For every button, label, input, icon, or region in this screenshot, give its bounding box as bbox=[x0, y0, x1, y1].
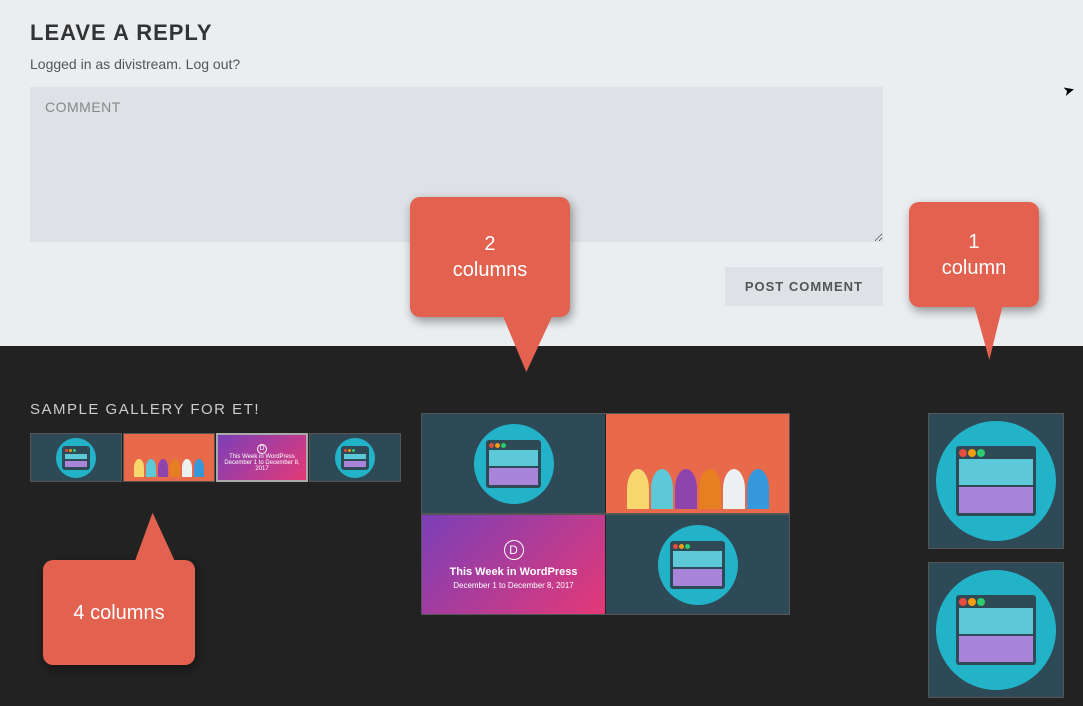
callout-4-columns: 4 columns bbox=[43, 560, 195, 665]
gallery-2-columns bbox=[421, 413, 790, 514]
gallery-thumb[interactable] bbox=[30, 433, 122, 482]
people-icon bbox=[606, 414, 789, 513]
divi-icon: D bbox=[257, 444, 267, 454]
gallery-thumb[interactable] bbox=[606, 515, 789, 614]
gallery-thumb[interactable] bbox=[422, 414, 605, 513]
reply-title: LEAVE A REPLY bbox=[30, 20, 1053, 46]
browser-icon bbox=[936, 421, 1056, 541]
footer-section: SAMPLE GALLERY FOR ET! D This Week in Wo… bbox=[0, 346, 1083, 706]
gallery-2-columns: D This Week in WordPress December 1 to D… bbox=[421, 514, 790, 615]
logged-in-text: Logged in as divistream. Log out? bbox=[30, 56, 1053, 72]
browser-icon bbox=[658, 525, 738, 605]
logged-prefix: Logged in as bbox=[30, 56, 114, 72]
gallery-thumb[interactable]: D This Week in WordPress December 1 to D… bbox=[422, 515, 605, 614]
post-comment-button[interactable]: POST COMMENT bbox=[725, 267, 883, 306]
callout-1-text: 1 column bbox=[942, 229, 1006, 281]
gradient-subtitle: December 1 to December 8, 2017 bbox=[218, 460, 306, 472]
browser-icon bbox=[474, 424, 554, 504]
gallery-thumb[interactable] bbox=[606, 414, 789, 513]
gradient-subtitle: December 1 to December 8, 2017 bbox=[453, 581, 574, 590]
gallery-thumb[interactable] bbox=[929, 563, 1063, 697]
gallery-1-column bbox=[928, 562, 1064, 698]
logout-link[interactable]: Log out? bbox=[186, 56, 241, 72]
gallery-4-columns: D This Week in WordPress December 1 to D… bbox=[30, 433, 400, 482]
browser-icon bbox=[335, 438, 375, 478]
divi-icon: D bbox=[504, 540, 524, 560]
browser-icon bbox=[56, 438, 96, 478]
logged-suffix: . bbox=[178, 56, 186, 72]
username-link[interactable]: divistream bbox=[114, 56, 178, 72]
people-icon bbox=[124, 434, 214, 481]
callout-2-columns: 2 columns bbox=[410, 197, 570, 317]
callout-4-text: 4 columns bbox=[73, 600, 164, 626]
callout-1-column: 1 column bbox=[909, 202, 1039, 307]
gallery-thumb[interactable] bbox=[309, 433, 401, 482]
gallery-thumb[interactable]: D This Week in WordPress December 1 to D… bbox=[216, 433, 308, 482]
browser-icon bbox=[936, 570, 1056, 690]
gallery-thumb[interactable] bbox=[123, 433, 215, 482]
gallery-thumb[interactable] bbox=[929, 414, 1063, 548]
callout-2-text: 2 columns bbox=[453, 231, 527, 283]
gradient-title: This Week in WordPress bbox=[450, 566, 578, 578]
gallery-1-column bbox=[928, 413, 1064, 549]
